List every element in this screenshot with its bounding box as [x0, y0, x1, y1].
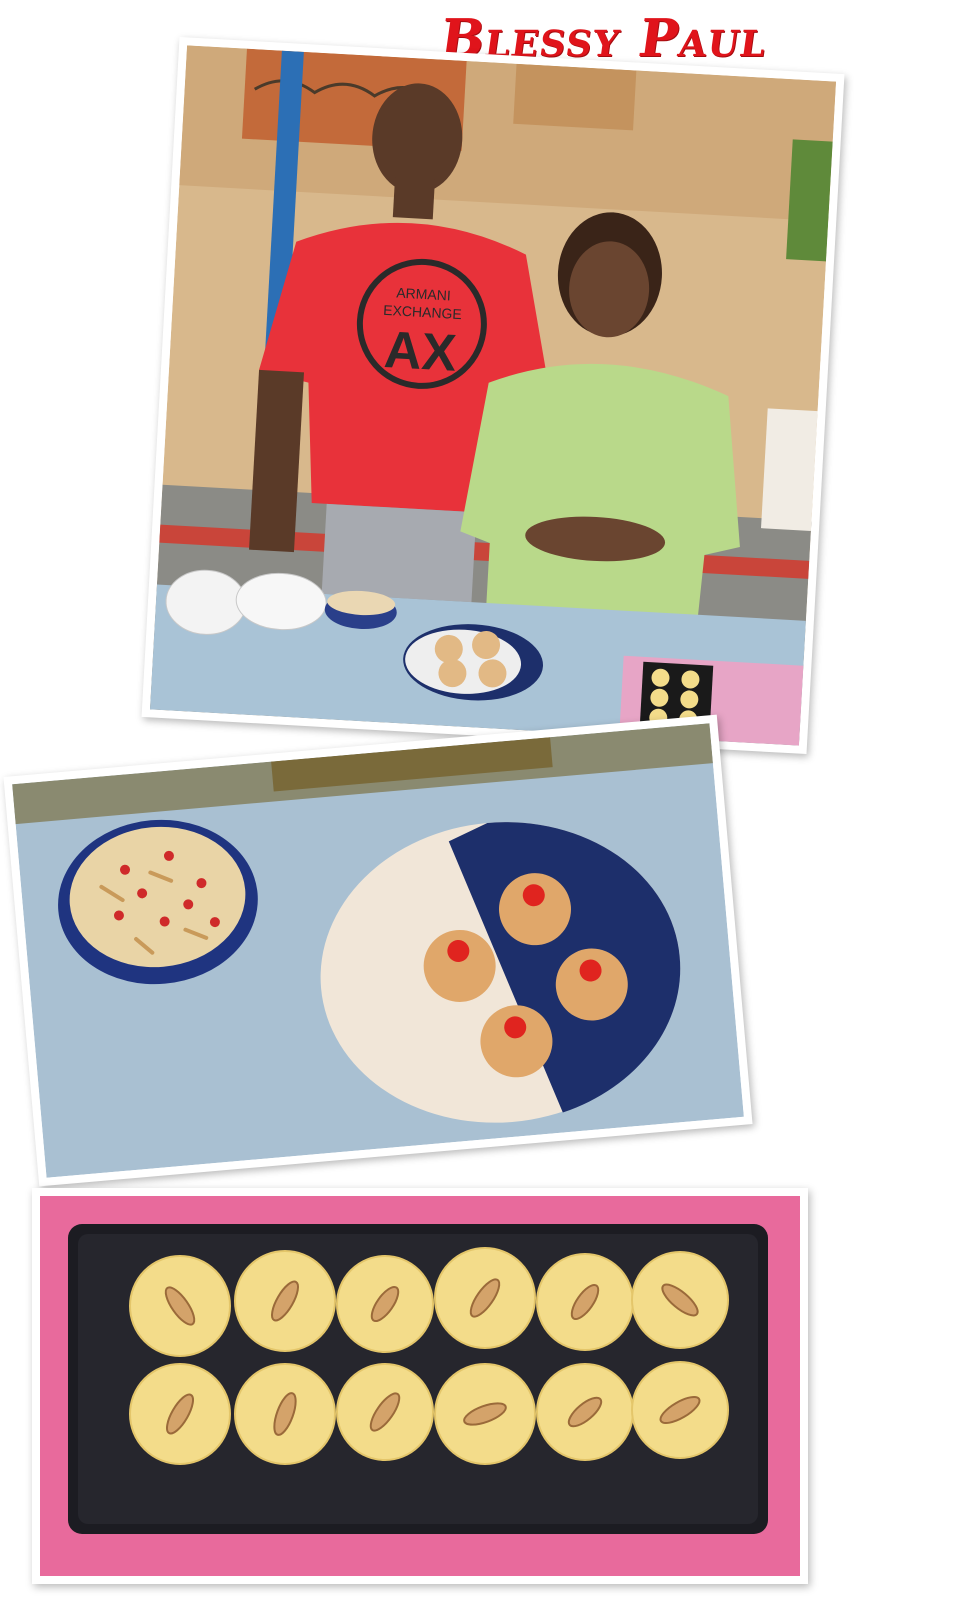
- shirt-brand-top: ARMANI: [396, 284, 451, 303]
- people-with-desserts-image: ARMANI EXCHANGE AX: [149, 45, 837, 746]
- photo-payasam-and-laddoo: [3, 714, 753, 1187]
- almond-milk-cakes-image: [40, 1196, 800, 1576]
- payasam-and-laddoo-image: [12, 723, 744, 1178]
- photo-almond-milk-cakes: [32, 1188, 808, 1584]
- photo-people-with-desserts: ARMANI EXCHANGE AX: [141, 36, 845, 755]
- shirt-logo: AX: [383, 321, 459, 383]
